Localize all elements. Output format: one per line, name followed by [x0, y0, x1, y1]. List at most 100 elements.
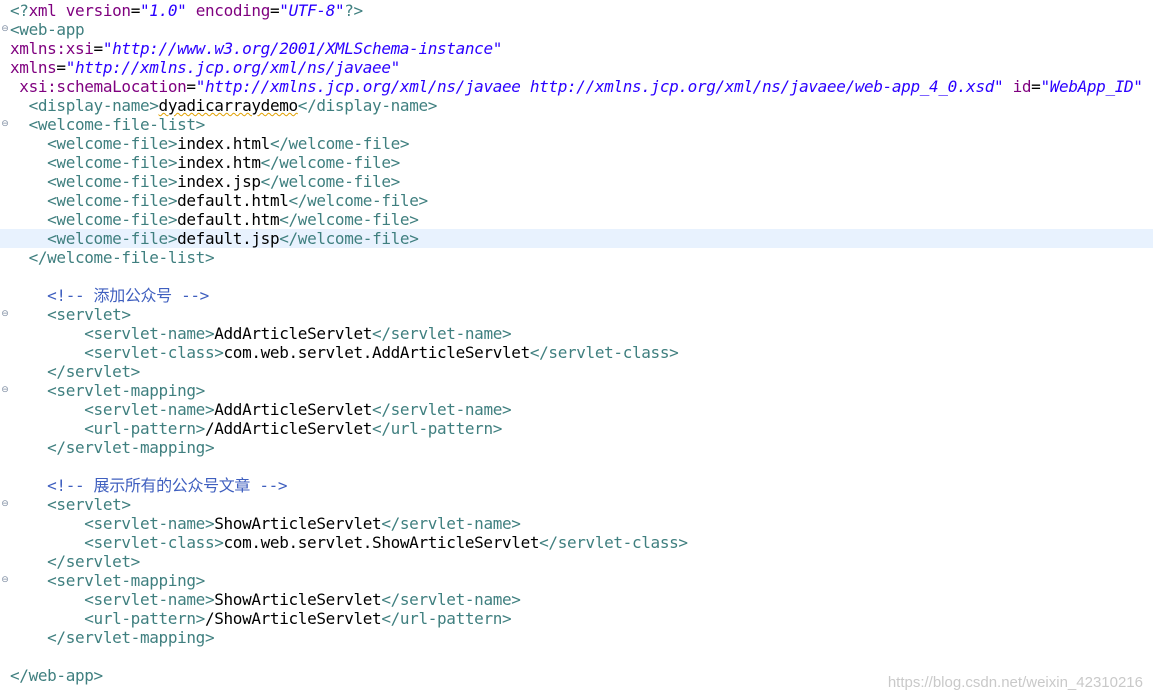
code-line[interactable]: xmlns="http://xmlns.jcp.org/xml/ns/javae…: [0, 58, 1153, 77]
code-token: ?>: [344, 1, 363, 20]
code-line-text: <servlet>: [10, 495, 131, 514]
code-line[interactable]: <!-- 添加公众号 -->: [0, 286, 1153, 305]
current-code-line[interactable]: <welcome-file>default.jsp</welcome-file>: [0, 229, 1153, 248]
code-token: </servlet>: [47, 362, 140, 381]
code-line[interactable]: <servlet-name>ShowArticleServlet</servle…: [0, 590, 1153, 609]
code-token: default.htm: [177, 210, 280, 229]
code-token: "1.0": [140, 1, 187, 20]
code-line[interactable]: [0, 267, 1153, 286]
code-line-text: <servlet-name>AddArticleServlet</servlet…: [10, 324, 511, 343]
code-line[interactable]: <servlet-name>ShowArticleServlet</servle…: [0, 514, 1153, 533]
code-token: </servlet-class>: [529, 343, 679, 362]
code-token: </servlet-class>: [539, 533, 688, 552]
code-token: </url-pattern>: [381, 609, 512, 628]
code-line[interactable]: </servlet-mapping>: [0, 438, 1153, 457]
fold-collapse-icon[interactable]: ⊖: [0, 305, 10, 324]
code-token: <welcome-file>: [47, 172, 178, 191]
code-token: xml: [28, 1, 66, 20]
fold-collapse-icon[interactable]: ⊖: [0, 381, 10, 400]
code-line-text: </servlet-mapping>: [10, 628, 214, 647]
code-token: </welcome-file>: [269, 134, 410, 153]
code-line[interactable]: <welcome-file>default.htm</welcome-file>: [0, 210, 1153, 229]
code-token: <welcome-file>: [47, 229, 178, 248]
code-line[interactable]: xmlns:xsi="http://www.w3.org/2001/XMLSch…: [0, 39, 1153, 58]
code-line[interactable]: <welcome-file>default.html</welcome-file…: [0, 191, 1153, 210]
xml-code-editor[interactable]: <?xml version="1.0" encoding="UTF-8"?> ⊖ <…: [0, 0, 1153, 699]
code-line[interactable]: ⊖ <welcome-file-list>: [0, 115, 1153, 134]
code-line-text: xsi:schemaLocation="http://xmlns.jcp.org…: [10, 77, 1143, 96]
code-line[interactable]: <url-pattern>/AddArticleServlet</url-pat…: [0, 419, 1153, 438]
code-line-text: <servlet>: [10, 305, 131, 324]
code-token: </display-name>: [297, 96, 438, 115]
code-line[interactable]: ⊖ <servlet-mapping>: [0, 571, 1153, 590]
code-line[interactable]: </servlet>: [0, 362, 1153, 381]
code-token: encoding: [195, 1, 271, 20]
code-line[interactable]: <?xml version="1.0" encoding="UTF-8"?>: [0, 1, 1153, 20]
code-token: default.html: [177, 191, 289, 210]
code-token: =: [186, 77, 196, 96]
code-line[interactable]: <welcome-file>index.jsp</welcome-file>: [0, 172, 1153, 191]
code-line[interactable]: ⊖ <web-app: [0, 20, 1153, 39]
code-line[interactable]: </welcome-file-list>: [0, 248, 1153, 267]
code-line[interactable]: <servlet-name>AddArticleServlet</servlet…: [0, 400, 1153, 419]
code-line[interactable]: [0, 647, 1153, 666]
code-line[interactable]: <servlet-name>AddArticleServlet</servlet…: [0, 324, 1153, 343]
code-line-text: <servlet-class>com.web.servlet.ShowArtic…: [10, 533, 688, 552]
code-line[interactable]: [0, 457, 1153, 476]
fold-collapse-icon[interactable]: ⊖: [0, 20, 10, 39]
code-token: "http://xmlns.jcp.org/xml/ns/javaee": [65, 58, 401, 77]
code-token: xsi:schemaLocation: [19, 77, 187, 96]
code-line[interactable]: <welcome-file>index.htm</welcome-file>: [0, 153, 1153, 172]
code-line[interactable]: <servlet-class>com.web.servlet.AddArticl…: [0, 343, 1153, 362]
code-token: <servlet-name>: [84, 324, 215, 343]
code-token: <servlet-name>: [84, 400, 215, 419]
code-line-text: <url-pattern>/ShowArticleServlet</url-pa…: [10, 609, 511, 628]
code-token: default.jsp: [177, 229, 280, 248]
code-line[interactable]: </servlet-mapping>: [0, 628, 1153, 647]
fold-collapse-icon[interactable]: ⊖: [0, 495, 10, 514]
code-line[interactable]: ⊖ <servlet>: [0, 305, 1153, 324]
code-token: ShowArticleServlet: [214, 590, 382, 609]
code-line[interactable]: <display-name>dyadicarraydemo</display-n…: [0, 96, 1153, 115]
code-line-text: <welcome-file>default.html</welcome-file…: [10, 191, 428, 210]
fold-collapse-icon[interactable]: ⊖: [0, 571, 10, 590]
code-line[interactable]: <servlet-class>com.web.servlet.ShowArtic…: [0, 533, 1153, 552]
code-line-text: <?xml version="1.0" encoding="UTF-8"?>: [10, 1, 363, 20]
code-token: </welcome-file>: [260, 153, 401, 172]
code-token: com.web.servlet.ShowArticleServlet: [223, 533, 540, 552]
code-token: <servlet-mapping>: [47, 381, 205, 400]
code-token: "UTF-8": [279, 1, 345, 20]
code-line[interactable]: <!-- 展示所有的公众号文章 -->: [0, 476, 1153, 495]
code-token: <servlet>: [47, 305, 131, 324]
code-token: </url-pattern>: [372, 419, 503, 438]
code-line[interactable]: <url-pattern>/ShowArticleServlet</url-pa…: [0, 609, 1153, 628]
code-line[interactable]: xsi:schemaLocation="http://xmlns.jcp.org…: [0, 77, 1153, 96]
code-line-text: <servlet-name>ShowArticleServlet</servle…: [10, 590, 521, 609]
code-line-text: <welcome-file>index.jsp</welcome-file>: [10, 172, 400, 191]
code-line[interactable]: ⊖ <servlet>: [0, 495, 1153, 514]
code-line-text: xmlns="http://xmlns.jcp.org/xml/ns/javae…: [10, 58, 400, 77]
code-token: </welcome-file-list>: [28, 248, 215, 267]
code-token: =: [56, 58, 66, 77]
code-line[interactable]: <welcome-file>index.html</welcome-file>: [0, 134, 1153, 153]
code-token: </welcome-file>: [288, 191, 429, 210]
code-token: </servlet-mapping>: [47, 438, 215, 457]
code-token: version: [65, 1, 131, 20]
code-token: /AddArticleServlet: [204, 419, 373, 438]
code-line-text: xmlns:xsi="http://www.w3.org/2001/XMLSch…: [10, 39, 502, 58]
code-line[interactable]: </servlet>: [0, 552, 1153, 571]
code-token: </servlet-name>: [372, 324, 512, 343]
code-token: xmlns:xsi: [10, 39, 94, 58]
code-line-text: <welcome-file>index.html</welcome-file>: [10, 134, 409, 153]
code-line[interactable]: ⊖ <servlet-mapping>: [0, 381, 1153, 400]
code-line-text: </servlet>: [10, 552, 140, 571]
fold-collapse-icon[interactable]: ⊖: [0, 115, 10, 134]
